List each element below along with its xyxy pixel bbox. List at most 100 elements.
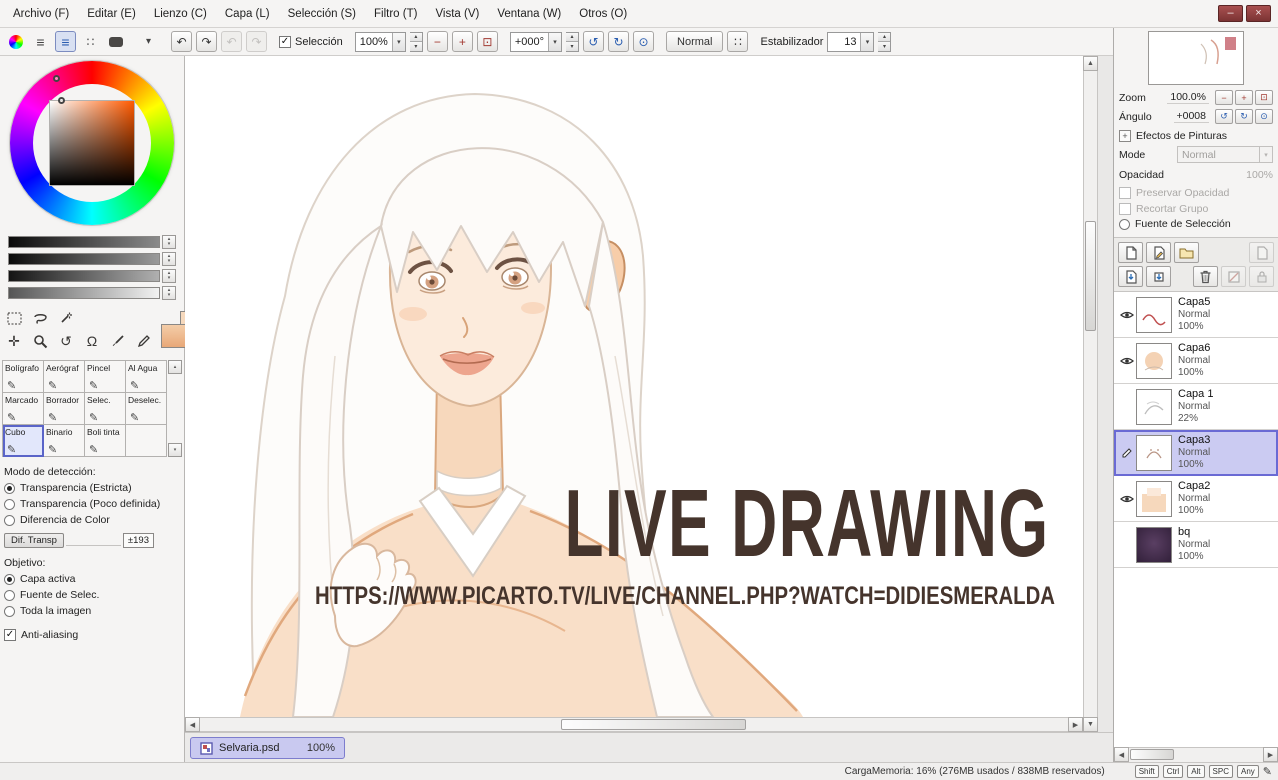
rotate-cw-button[interactable]: ↻ [608, 31, 630, 52]
undo-button[interactable]: ↶ [171, 31, 192, 52]
layer-row-capa5[interactable]: Capa5 Normal 100% [1114, 292, 1278, 338]
efectos-header[interactable]: + Efectos de Pinturas [1114, 126, 1278, 144]
layers-horizontal-scrollbar[interactable]: ◀ ▶ [1114, 747, 1278, 762]
color-wheel[interactable] [10, 61, 174, 225]
sv-indicator[interactable] [58, 97, 65, 104]
mixer-slider-2-stepper[interactable]: ▴ ▾ [162, 252, 176, 266]
angle-spinner[interactable]: ▴ ▾ [566, 31, 580, 52]
layer-visibility-toggle[interactable] [1117, 494, 1136, 504]
estabilizador-combobox[interactable]: 13 ▾ [827, 31, 875, 52]
clear-layer-button[interactable] [1221, 266, 1246, 287]
tool-grid-scroll-down[interactable]: ▾ [168, 443, 182, 457]
angle-combobox[interactable]: +000° ▾ [509, 31, 563, 52]
scratchpad-panel-button[interactable] [105, 31, 126, 52]
swatches-panel-button[interactable]: ∷ [80, 31, 101, 52]
layer-thumbnail[interactable] [1136, 526, 1172, 563]
seleccion-checkbox[interactable]: ✓ [279, 35, 291, 48]
scroll-left-button[interactable]: ◀ [1114, 747, 1129, 762]
saturation-value-square[interactable] [50, 101, 134, 185]
mixer-slider-4-stepper[interactable]: ▴ ▾ [162, 286, 176, 300]
color-sliders-panel-button[interactable]: ≡ [30, 31, 51, 52]
radio-icon[interactable] [4, 605, 15, 617]
layer-row-capa6[interactable]: Capa6 Normal 100% [1114, 338, 1278, 384]
magic-wand-tool[interactable] [56, 309, 76, 327]
layers-scroll-thumb[interactable] [1130, 749, 1174, 760]
nav-rotate-reset-button[interactable]: ⊙ [1255, 109, 1273, 124]
menu-filtro[interactable]: Filtro (T) [365, 3, 426, 25]
eyedropper-tool[interactable] [108, 332, 128, 350]
antialiasing-checkbox[interactable]: ✓ [4, 629, 16, 641]
rect-select-tool[interactable] [4, 309, 24, 327]
merge-down-button[interactable] [1146, 266, 1171, 287]
redo-history-button[interactable]: ↷ [246, 31, 267, 52]
mixer-slider-3-stepper[interactable]: ▴ ▾ [162, 269, 176, 283]
radio-icon[interactable] [4, 573, 15, 585]
scroll-up-button[interactable]: ▲ [1083, 56, 1098, 71]
tool-borrador[interactable]: Borrador ✎ [44, 393, 85, 425]
nav-rotate-cw-button[interactable]: ↻ [1235, 109, 1253, 124]
dif-transp-slider[interactable] [65, 534, 121, 546]
close-button[interactable]: × [1246, 5, 1271, 22]
menu-ventana[interactable]: Ventana (W) [488, 3, 570, 25]
color-wheel-panel-button[interactable] [5, 31, 26, 52]
tool-deselec[interactable]: Deselec. ✎ [126, 393, 167, 425]
layer-row-bq[interactable]: bq Normal 100% [1114, 522, 1278, 568]
scroll-right-button[interactable]: ▶ [1068, 717, 1083, 732]
layer-thumbnail[interactable] [1136, 296, 1172, 333]
zoom-spinner[interactable]: ▴ ▾ [409, 31, 423, 52]
detection-option-estricta[interactable]: Transparencia (Estricta) [4, 482, 180, 494]
layer-thumbnail[interactable] [1136, 342, 1172, 379]
layer-thumbnail[interactable] [1136, 434, 1172, 471]
layer-row-capa3[interactable]: Capa3 Normal 100% [1114, 430, 1278, 476]
blend-mode-button[interactable]: Normal [666, 31, 724, 52]
layer-editing-indicator[interactable] [1117, 447, 1136, 459]
layer-mode-dropdown[interactable]: Normal ▾ [1177, 146, 1273, 163]
tool-cubo[interactable]: Cubo ✎ [3, 425, 44, 457]
menu-lienzo[interactable]: Lienzo (C) [145, 3, 216, 25]
color-mixer-panel-button[interactable]: ≡ [55, 31, 76, 52]
rotate-view-tool[interactable]: ↺ [56, 332, 76, 350]
document-tab-selvaria[interactable]: Selvaria.psd 100% [190, 737, 345, 759]
scroll-left-button[interactable]: ◀ [185, 717, 200, 732]
primary-color-swatch[interactable] [161, 324, 188, 348]
menu-capa[interactable]: Capa (L) [216, 3, 279, 25]
tool-grid-scroll-up[interactable]: ▴ [168, 360, 182, 374]
layer-thumbnail[interactable] [1136, 480, 1172, 517]
transfer-down-button[interactable] [1118, 266, 1143, 287]
objetivo-option-fuente[interactable]: Fuente de Selec. [4, 589, 180, 601]
detection-option-diferencia[interactable]: Diferencia de Color [4, 514, 180, 526]
toolbar-options-button[interactable]: ▾ [138, 31, 159, 52]
layer-visibility-toggle[interactable] [1117, 356, 1136, 366]
zoom-in-button[interactable]: + [451, 31, 473, 52]
recortar-checkbox[interactable] [1119, 202, 1131, 215]
menu-seleccion[interactable]: Selección (S) [279, 3, 365, 25]
tool-boligrafo[interactable]: Bolígrafo ✎ [3, 361, 44, 393]
hue-indicator[interactable] [53, 75, 60, 82]
antialiasing-option[interactable]: ✓ Anti-aliasing [4, 629, 180, 641]
zoom-combobox[interactable]: 100% ▾ [354, 31, 406, 52]
radio-icon[interactable] [4, 482, 15, 494]
layer-row-capa2[interactable]: Capa2 Normal 100% [1114, 476, 1278, 522]
tool-selec[interactable]: Selec. ✎ [85, 393, 126, 425]
move-tool[interactable]: ✛ [4, 332, 24, 350]
tool-al-agua[interactable]: Al Agua ✎ [126, 361, 167, 393]
canvas-vertical-scrollbar[interactable]: ▲ ▼ [1083, 56, 1098, 732]
rotate-ccw-button[interactable]: ↺ [583, 31, 605, 52]
nav-zoom-out-button[interactable]: − [1215, 90, 1233, 105]
vertical-scroll-thumb[interactable] [1085, 221, 1096, 331]
radio-icon[interactable] [4, 514, 15, 526]
undo-history-button[interactable]: ↶ [221, 31, 242, 52]
pen-cursor-tool[interactable] [134, 332, 154, 350]
rotate-reset-button[interactable]: ⊙ [633, 31, 655, 52]
nav-zoom-reset-button[interactable]: ⊡ [1255, 90, 1273, 105]
tool-pincel[interactable]: Pincel ✎ [85, 361, 126, 393]
tool-aerografo[interactable]: Aerógraf ✎ [44, 361, 85, 393]
tool-empty-slot[interactable] [126, 425, 167, 457]
objetivo-option-capa-activa[interactable]: Capa activa [4, 573, 180, 585]
tool-marcado[interactable]: Marcado ✎ [3, 393, 44, 425]
radio-icon[interactable] [4, 498, 15, 510]
new-folder-button[interactable] [1174, 242, 1199, 263]
dif-transp-button[interactable]: Dif. Transp [4, 532, 64, 548]
horizontal-scroll-thumb[interactable] [561, 719, 746, 730]
minimize-button[interactable]: – [1218, 5, 1243, 22]
